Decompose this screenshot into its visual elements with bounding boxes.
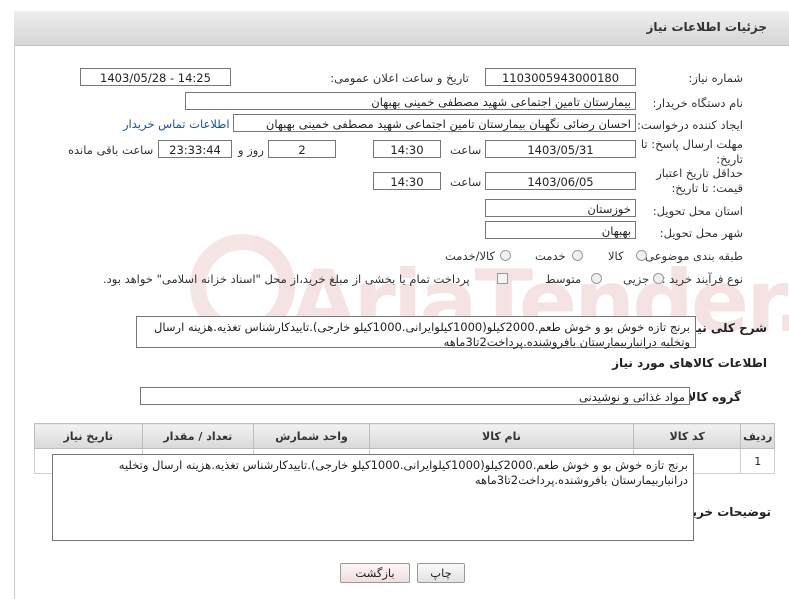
col-code: کد کالا	[632, 423, 742, 449]
process-label: نوع فرآیند خرید :	[661, 272, 743, 286]
validity-label: حداقل تاریخ اعتبار قیمت: تا تاریخ:	[656, 166, 743, 195]
process-option-medium: متوسط	[545, 272, 582, 286]
buyer-org-label: نام دستگاه خریدار:	[652, 96, 743, 110]
page-title: جزئیات اطلاعات نیاز	[646, 20, 767, 34]
validity-date-field: 1403/06/05	[485, 172, 636, 190]
buyer-org-field: بیمارستان تامین اجتماعی شهید مصطفی خمینی…	[185, 92, 636, 110]
category-radio-service[interactable]	[572, 250, 583, 261]
buyer-contact-link[interactable]: اطلاعات تماس خریدار	[123, 117, 230, 131]
process-option-minor: جزیی	[623, 272, 650, 286]
goods-group-field: مواد غذائی و نوشیدنی	[140, 387, 690, 405]
print-button[interactable]: چاپ	[417, 563, 465, 583]
announce-date-label: تاریخ و ساعت اعلان عمومی:	[330, 71, 469, 85]
deadline-date-field: 1403/05/31	[485, 140, 636, 158]
creator-field: احسان رضائی نگهبان بیمارستان تامین اجتما…	[233, 114, 636, 132]
creator-label: ایجاد کننده درخواست:	[637, 118, 743, 132]
col-unit: واحد شمارش	[253, 423, 370, 449]
treasury-payment-checkbox[interactable]	[497, 273, 508, 284]
deadline-time-label: ساعت	[450, 143, 482, 157]
process-radio-minor[interactable]	[653, 273, 664, 284]
days-field: 2	[268, 140, 336, 158]
category-radio-goods-service[interactable]	[500, 250, 511, 261]
remaining-time-label: ساعت باقی مانده	[68, 143, 154, 157]
treasury-payment-note: پرداخت تمام یا بخشی از مبلغ خرید،از محل …	[103, 272, 470, 286]
category-label: طبقه بندی موضوعی:	[641, 249, 743, 263]
page-header: جزئیات اطلاعات نیاز	[14, 11, 789, 46]
need-number-label: شماره نیاز:	[688, 71, 743, 85]
buyer-notes-text: برنج تازه خوش بو و خوش طعم.2000کیلو(1000…	[52, 454, 694, 541]
province-label: استان محل تحویل:	[652, 204, 743, 218]
cell-row: 1	[740, 448, 775, 474]
back-button[interactable]: بازگشت	[340, 563, 410, 583]
process-radio-medium[interactable]	[591, 273, 602, 284]
province-field: خوزستان	[485, 199, 636, 217]
col-row: ردیف	[740, 423, 775, 449]
goods-section-title: اطلاعات کالاهای مورد نیاز	[612, 356, 767, 370]
col-name: نام کالا	[368, 423, 634, 449]
col-date: تاریخ نیاز	[34, 423, 143, 449]
city-field: بهبهان	[485, 221, 636, 239]
category-option-service: خدمت	[535, 249, 566, 263]
validity-time-label: ساعت	[450, 175, 482, 189]
goods-group-label: گروه کالا:	[682, 390, 741, 404]
deadline-label: مهلت ارسال پاسخ: تا تاریخ:	[640, 137, 743, 166]
col-qty: تعداد / مقدار	[141, 423, 255, 449]
category-option-goods-service: کالا/خدمت	[445, 249, 496, 263]
announce-date-field: 1403/05/28 - 14:25	[80, 68, 231, 86]
remaining-time-field: 23:33:44	[158, 140, 232, 158]
deadline-time-field: 14:30	[373, 140, 441, 158]
city-label: شهر محل تحویل:	[659, 226, 743, 240]
category-radio-goods[interactable]	[636, 250, 647, 261]
description-text: برنج تازه خوش بو و خوش طعم.2000کیلو(1000…	[136, 316, 696, 349]
need-number-field: 1103005943000180	[485, 68, 636, 86]
category-option-goods: کالا	[608, 249, 624, 263]
validity-time-field: 14:30	[373, 172, 441, 190]
days-label: روز و	[238, 143, 264, 157]
